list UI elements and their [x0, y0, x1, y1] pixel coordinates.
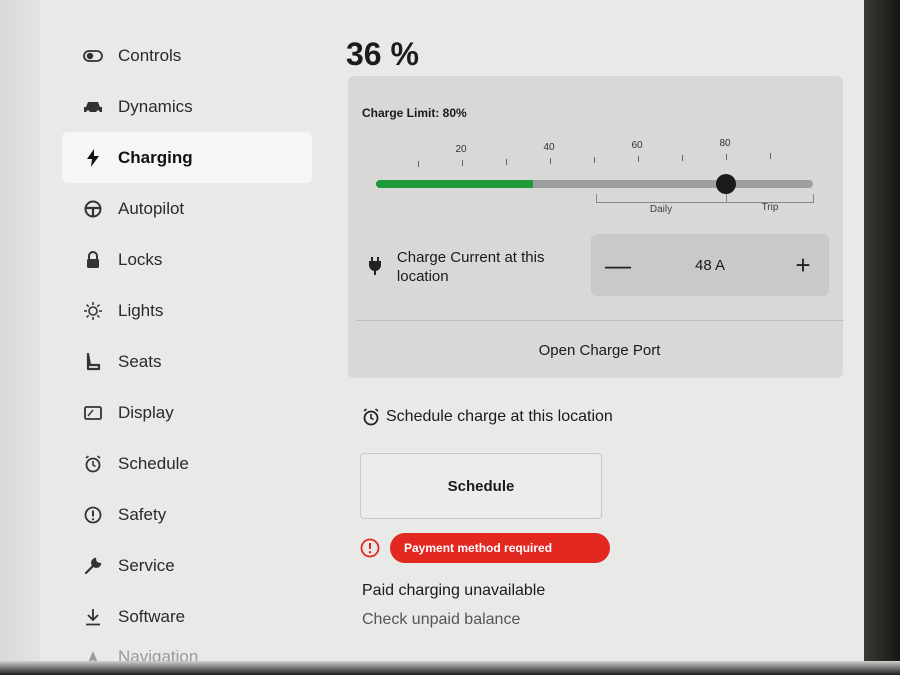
divider [356, 320, 843, 321]
sidebar-item-safety[interactable]: Safety [62, 489, 312, 540]
info-circle-icon [82, 504, 104, 526]
major-tick [726, 154, 727, 160]
sidebar-item-label: Service [118, 555, 175, 575]
sidebar-item-label: Display [118, 402, 174, 422]
tick-label-40: 40 [543, 142, 555, 153]
major-tick [462, 160, 463, 166]
sidebar-item-software[interactable]: Software [62, 591, 312, 642]
sidebar-item-label: Lights [118, 300, 164, 320]
touchscreen: Controls Dynamics Charging Autopilot Loc… [40, 0, 866, 666]
check-unpaid-balance-link[interactable]: Check unpaid balance [362, 611, 520, 629]
tick-label-80: 80 [719, 138, 731, 149]
schedule-clock-icon [362, 408, 380, 426]
seat-icon [82, 351, 104, 373]
display-icon [82, 402, 104, 424]
schedule-heading-text: Schedule charge at this location [386, 408, 613, 425]
car-icon [82, 96, 104, 118]
sidebar-item-seats[interactable]: Seats [62, 336, 312, 387]
charge-limit-knob[interactable] [715, 174, 736, 194]
sidebar-item-label: Autopilot [118, 198, 185, 218]
screen-bezel-left [0, 0, 40, 675]
minor-tick [594, 157, 595, 163]
tick-label-60: 60 [631, 140, 643, 151]
major-tick [638, 156, 639, 162]
schedule-heading: Schedule charge at this location [362, 408, 613, 426]
tick-label-20: 20 [455, 144, 467, 155]
sidebar-item-label: Seats [118, 351, 162, 371]
trip-label: Trip [761, 202, 779, 213]
sidebar-item-schedule[interactable]: Schedule [62, 438, 312, 489]
decrement-button[interactable]: — [605, 250, 631, 281]
alarm-clock-icon [82, 453, 104, 475]
sidebar-item-dynamics[interactable]: Dynamics [62, 81, 312, 132]
screen-bezel-right [864, 0, 900, 675]
sidebar-item-label: Charging [118, 147, 193, 167]
minor-tick [770, 153, 771, 159]
increment-button[interactable]: + [791, 250, 815, 281]
daily-label: Daily [649, 204, 673, 215]
sidebar-item-label: Locks [118, 249, 163, 269]
daily-range-bracket [596, 194, 727, 203]
sidebar-nav: Controls Dynamics Charging Autopilot Loc… [62, 30, 312, 672]
battery-level: 36 % [346, 36, 419, 72]
alert-icon [360, 538, 380, 558]
charge-limit-slider[interactable]: 20 40 60 80 Daily Trip [368, 136, 814, 226]
plug-icon [368, 256, 385, 278]
charge-current-label-block: Charge Current at this location [368, 248, 588, 286]
charge-fill [376, 180, 534, 188]
minor-tick [418, 161, 419, 167]
sidebar-item-label: Dynamics [118, 96, 193, 116]
sidebar-item-label: Safety [118, 504, 167, 524]
minor-tick [682, 155, 683, 161]
steering-wheel-icon [82, 198, 104, 220]
screen-bezel-bottom [0, 661, 900, 675]
bolt-icon [82, 147, 104, 169]
sidebar-item-charging[interactable]: Charging [62, 132, 312, 183]
sidebar-item-display[interactable]: Display [62, 387, 312, 438]
download-icon [82, 606, 104, 628]
toggle-icon [82, 45, 104, 67]
charge-current-stepper[interactable]: — 48 A + [591, 234, 829, 296]
charge-limit-label: Charge Limit: 80% [362, 106, 467, 120]
schedule-button[interactable]: Schedule [360, 453, 602, 519]
paid-charging-status: Paid charging unavailable [362, 582, 546, 599]
sidebar-item-lights[interactable]: Lights [62, 285, 312, 336]
wrench-icon [82, 555, 104, 577]
charging-panel: Charge Limit: 80% 20 40 60 80 Daily Trip [348, 76, 843, 378]
minor-tick [506, 159, 507, 165]
charge-current-label: Charge Current at this location [396, 249, 545, 285]
sidebar-item-controls[interactable]: Controls [62, 30, 312, 81]
charge-track [376, 174, 813, 194]
sidebar-item-autopilot[interactable]: Autopilot [62, 183, 312, 234]
open-charge-port-button[interactable]: Open Charge Port [356, 322, 843, 378]
sidebar-item-service[interactable]: Service [62, 540, 312, 591]
major-tick [550, 158, 551, 164]
charge-current-value: 48 A [694, 256, 726, 274]
sidebar-item-label: Controls [118, 45, 182, 65]
lock-icon [82, 249, 104, 271]
light-icon [82, 300, 104, 322]
payment-warning: Payment method required [360, 533, 610, 563]
sidebar-item-label: Software [118, 606, 186, 626]
sidebar-item-label: Schedule [118, 453, 189, 473]
payment-required-badge[interactable]: Payment method required [390, 533, 610, 563]
sidebar-item-locks[interactable]: Locks [62, 234, 312, 285]
